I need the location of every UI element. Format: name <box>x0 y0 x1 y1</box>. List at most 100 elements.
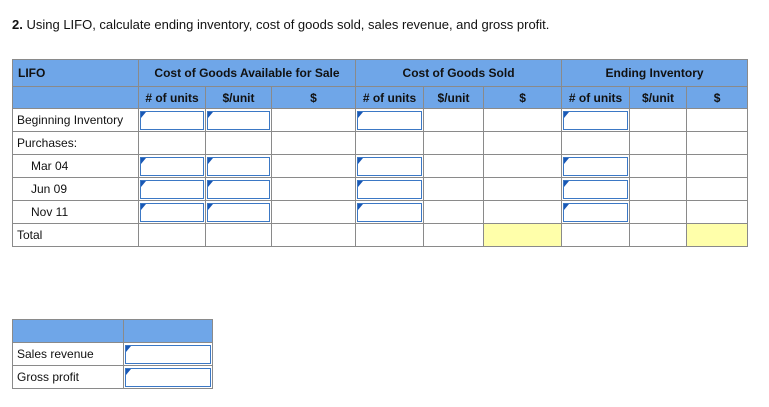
cell <box>423 108 485 132</box>
question-number: 2. <box>12 17 23 32</box>
cell <box>629 131 688 155</box>
beginning-cogs-units-input[interactable] <box>357 110 423 130</box>
cell <box>561 223 631 247</box>
cell <box>629 154 688 178</box>
row-purchases: Purchases: <box>12 131 749 155</box>
jun-end-units-input[interactable] <box>563 179 629 199</box>
cell <box>270 131 357 155</box>
subheader-cogs-units: # of units <box>355 86 425 109</box>
beginning-avail-unit-cost-input[interactable] <box>207 110 270 130</box>
cell <box>123 365 213 389</box>
jun-avail-units-input[interactable] <box>140 179 204 199</box>
row-label-purchases: Purchases: <box>12 131 139 155</box>
mar-avail-unit-cost-input[interactable] <box>207 156 270 176</box>
cell <box>355 223 425 247</box>
cell <box>629 200 688 224</box>
cell <box>355 108 425 132</box>
cell <box>270 177 357 201</box>
cell <box>629 177 688 201</box>
row-label-beginning: Beginning Inventory <box>12 108 139 132</box>
nov-avail-unit-cost-input[interactable] <box>207 202 270 222</box>
cell <box>355 131 425 155</box>
cell <box>270 154 357 178</box>
cell <box>205 200 272 224</box>
cell <box>483 200 563 224</box>
cell <box>355 154 425 178</box>
row-jun: Jun 09 <box>12 177 749 201</box>
cell <box>686 177 749 201</box>
method-header: LIFO <box>12 59 139 87</box>
subheader-avail-units: # of units <box>138 86 206 109</box>
cell <box>629 108 688 132</box>
cell <box>686 131 749 155</box>
mar-end-units-input[interactable] <box>563 156 629 176</box>
mar-cogs-units-input[interactable] <box>357 156 423 176</box>
subheader-end-unit-cost: $/unit <box>629 86 688 109</box>
cell <box>561 154 631 178</box>
summary-header-value <box>123 319 213 343</box>
row-label-total: Total <box>12 223 139 247</box>
sales-revenue-input[interactable] <box>125 344 211 364</box>
cell <box>138 131 206 155</box>
mar-avail-units-input[interactable] <box>140 156 204 176</box>
cell <box>423 154 485 178</box>
cell <box>355 177 425 201</box>
beginning-avail-units-input[interactable] <box>140 110 204 130</box>
gross-profit-input[interactable] <box>125 367 211 387</box>
cell <box>561 108 631 132</box>
lifo-table: LIFO Cost of Goods Available for Sale Co… <box>12 59 749 247</box>
row-nov: Nov 11 <box>12 200 749 224</box>
cell <box>423 131 485 155</box>
row-beginning-inventory: Beginning Inventory <box>12 108 749 132</box>
subheader-cogs-unit-cost: $/unit <box>423 86 485 109</box>
beginning-end-units-input[interactable] <box>563 110 629 130</box>
subheader-avail-total: $ <box>270 86 357 109</box>
nov-end-units-input[interactable] <box>563 202 629 222</box>
cell <box>686 200 749 224</box>
subheader-end-total: $ <box>686 86 749 109</box>
row-label-nov: Nov 11 <box>12 200 139 224</box>
nov-avail-units-input[interactable] <box>140 202 204 222</box>
header-cogs: Cost of Goods Sold <box>355 59 563 87</box>
subheader-cogs-total: $ <box>483 86 563 109</box>
total-cogs-cell[interactable] <box>483 223 563 247</box>
cell <box>270 200 357 224</box>
cell <box>483 131 563 155</box>
summary-header-label <box>12 319 124 343</box>
cell <box>561 131 631 155</box>
question-text: 2. Using LIFO, calculate ending inventor… <box>12 17 549 32</box>
cell <box>138 223 206 247</box>
row-total: Total <box>12 223 749 247</box>
cell <box>138 200 206 224</box>
cell <box>686 108 749 132</box>
cell <box>483 108 563 132</box>
cell <box>629 223 688 247</box>
cell <box>205 108 272 132</box>
cell <box>138 177 206 201</box>
row-label-mar: Mar 04 <box>12 154 139 178</box>
cell <box>270 108 357 132</box>
row-gross-profit: Gross profit <box>12 365 213 389</box>
subheader-avail-unit-cost: $/unit <box>205 86 272 109</box>
header-cost-available: Cost of Goods Available for Sale <box>137 59 357 87</box>
gross-profit-label: Gross profit <box>12 365 124 389</box>
total-ending-inventory-cell[interactable] <box>686 223 749 247</box>
sales-revenue-label: Sales revenue <box>12 342 124 366</box>
header-ending-inventory: Ending Inventory <box>561 59 749 87</box>
cell <box>205 131 272 155</box>
nov-cogs-units-input[interactable] <box>357 202 423 222</box>
cell <box>561 200 631 224</box>
cell <box>355 200 425 224</box>
question-body: Using LIFO, calculate ending inventory, … <box>26 17 550 32</box>
jun-avail-unit-cost-input[interactable] <box>207 179 270 199</box>
subheader-end-units: # of units <box>561 86 631 109</box>
cell <box>561 177 631 201</box>
jun-cogs-units-input[interactable] <box>357 179 423 199</box>
cell <box>205 223 272 247</box>
cell <box>423 177 485 201</box>
cell <box>138 108 206 132</box>
row-label-jun: Jun 09 <box>12 177 139 201</box>
cell <box>138 154 206 178</box>
cell <box>205 177 272 201</box>
cell <box>270 223 357 247</box>
